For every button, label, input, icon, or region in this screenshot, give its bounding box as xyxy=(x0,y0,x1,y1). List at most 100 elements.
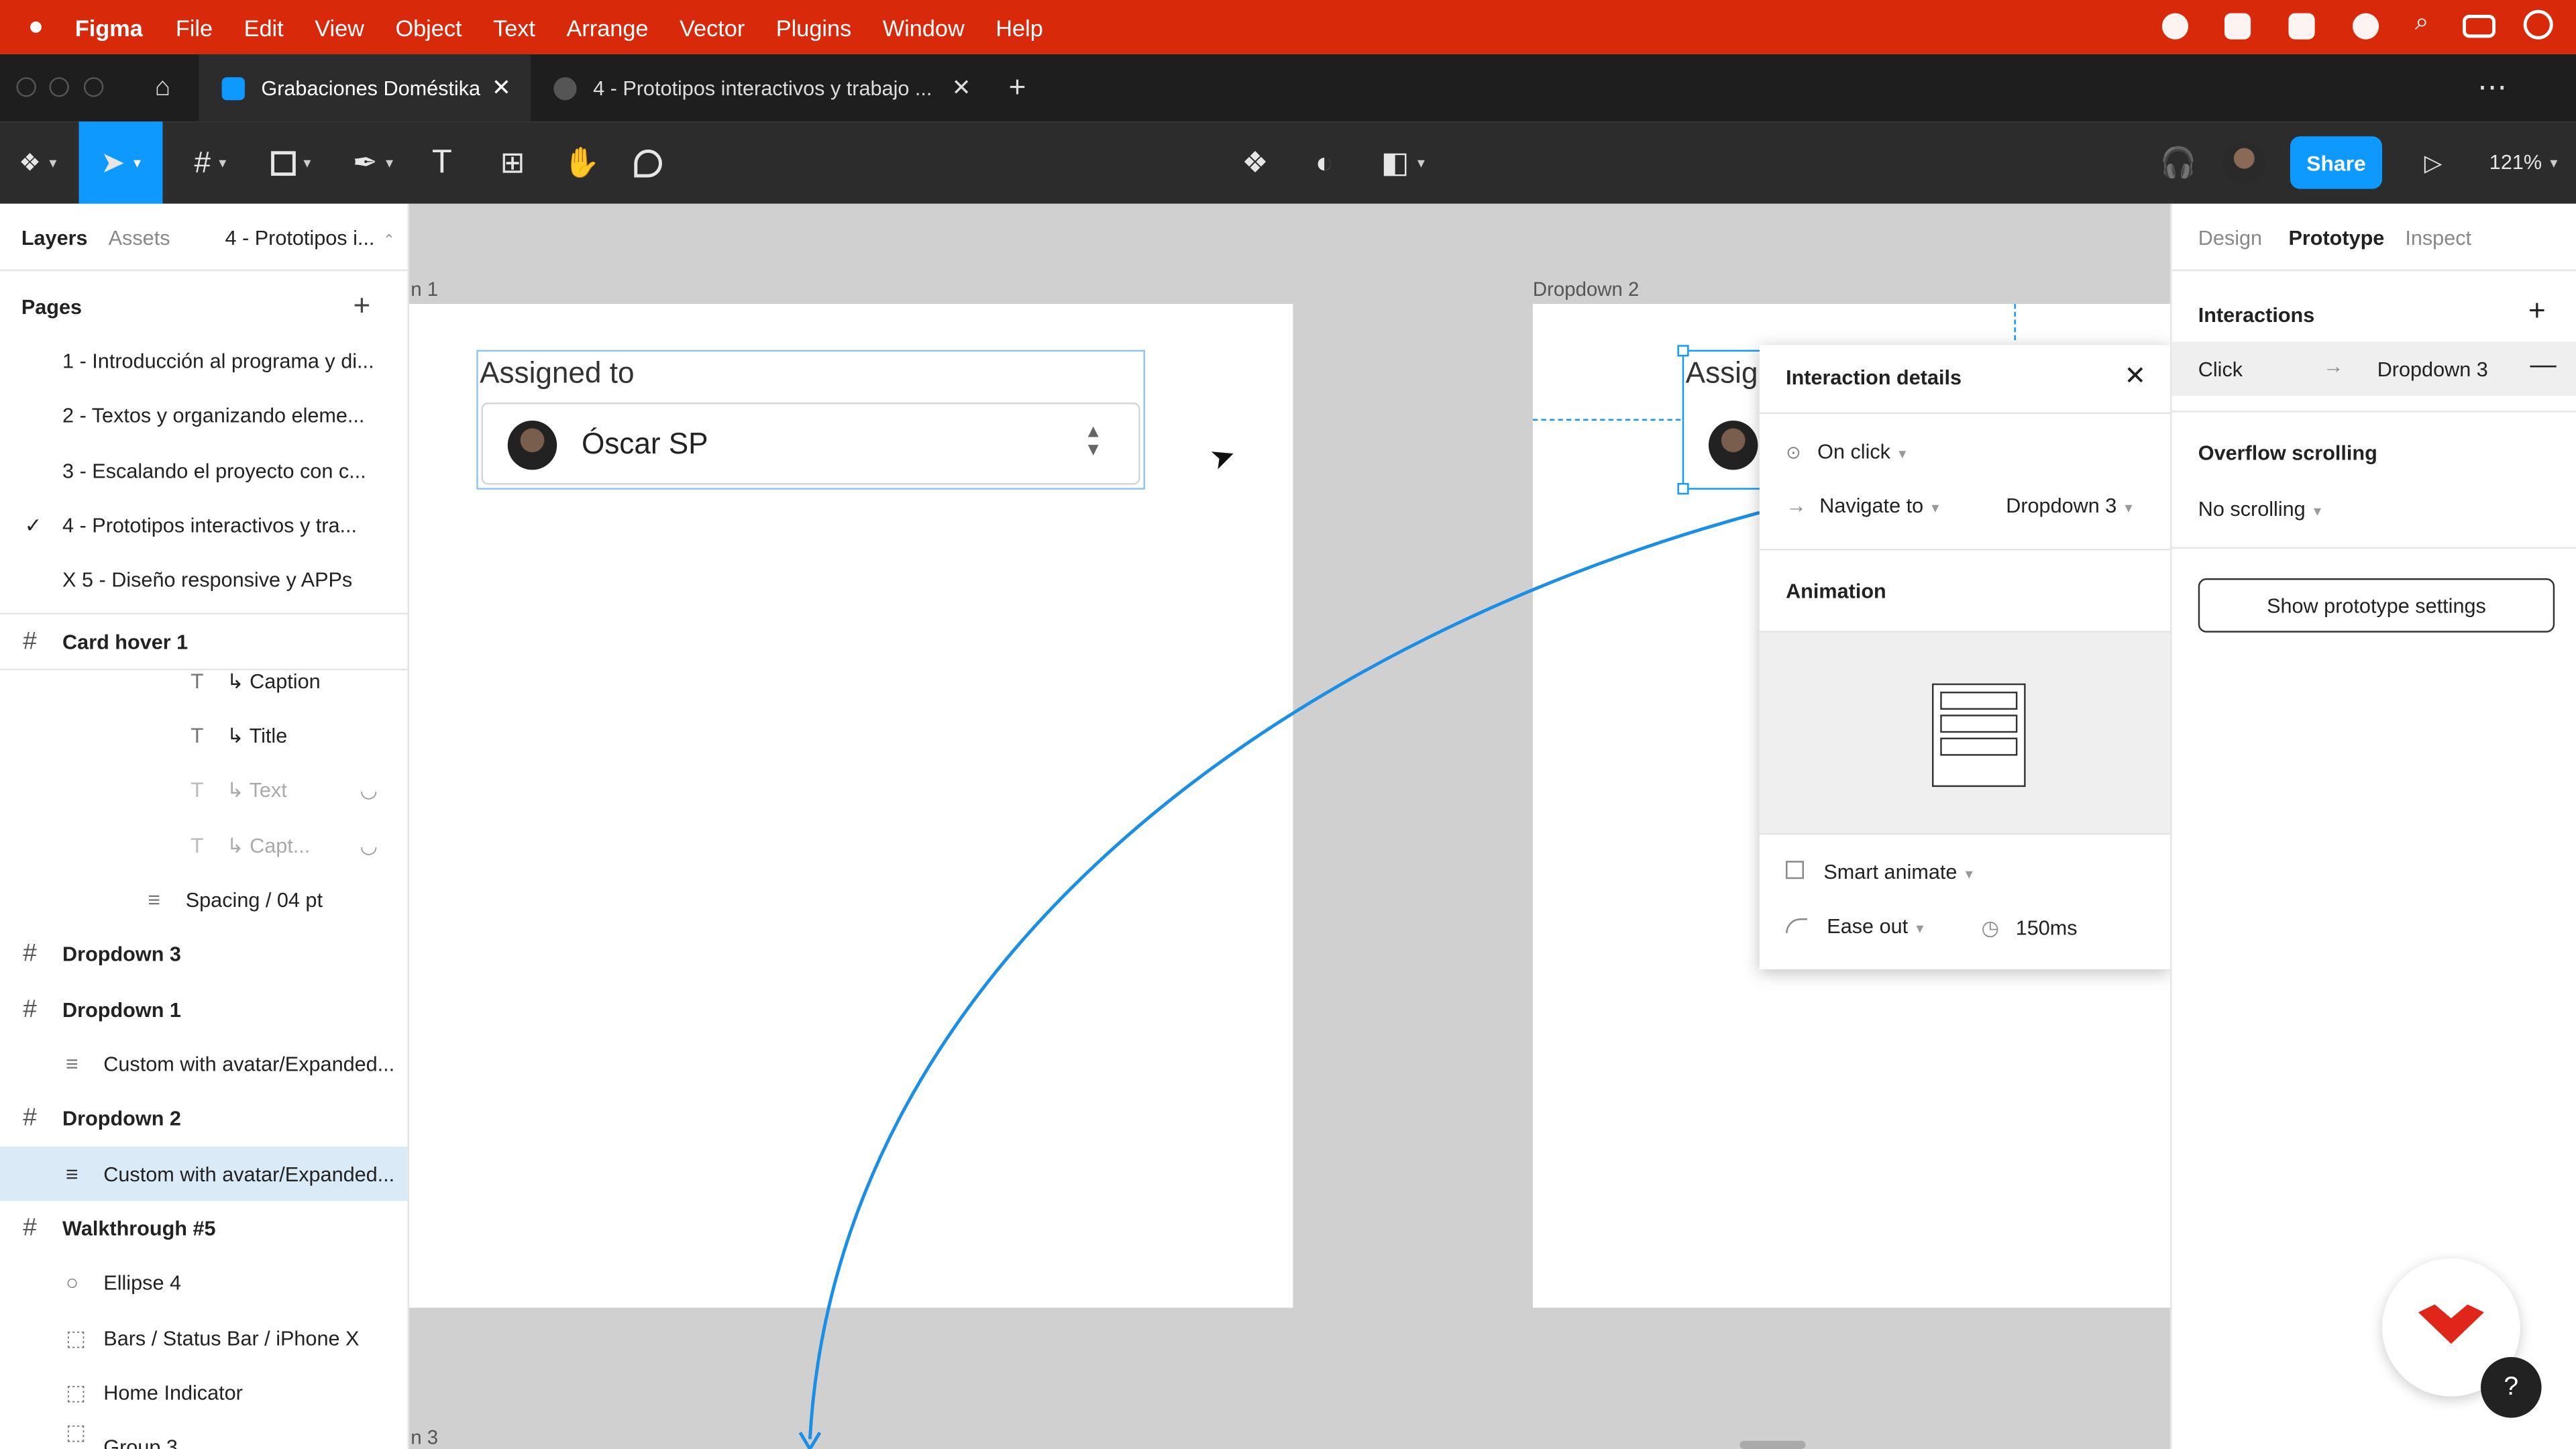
menu-object[interactable]: Object xyxy=(395,14,462,40)
interactions-title: Interactions xyxy=(2198,304,2315,327)
tab-assets[interactable]: Assets xyxy=(109,226,170,249)
window-close-light[interactable] xyxy=(16,77,36,97)
text-tool-button[interactable]: T xyxy=(417,121,466,203)
comment-tool-button[interactable] xyxy=(621,121,674,203)
show-prototype-settings-button[interactable]: Show prototype settings xyxy=(2198,578,2555,633)
move-tool-button[interactable]: ➤ ▾ xyxy=(78,121,163,204)
page-item[interactable]: 2 - Textos y organizando eleme... xyxy=(0,388,407,442)
window-zoom-light[interactable] xyxy=(83,77,104,97)
menu-arrange[interactable]: Arrange xyxy=(567,14,649,40)
trigger-dropdown[interactable]: ⊙ On click ▾ xyxy=(1786,440,1906,463)
page-item[interactable]: 1 - Introducción al programa y di... xyxy=(0,333,407,388)
connector-curve xyxy=(808,511,1760,1440)
spotlight-search-icon[interactable]: ⌕ xyxy=(2415,8,2429,36)
audio-button[interactable]: 🎧 xyxy=(2154,121,2203,203)
menu-window[interactable]: Window xyxy=(883,14,965,40)
menu-view[interactable]: View xyxy=(315,14,364,40)
status-icon-3[interactable] xyxy=(2288,13,2315,40)
more-menu-icon[interactable]: ⋯ xyxy=(2477,70,2507,105)
layer-row[interactable]: ⬚ Home Indicator xyxy=(0,1365,407,1419)
page-item[interactable]: 3 - Escalando el proyecto con c... xyxy=(0,443,407,498)
tab-inspect[interactable]: Inspect xyxy=(2405,227,2471,250)
close-tab-icon[interactable]: ✕ xyxy=(492,74,511,102)
page-label: X 5 - Diseño responsive y APPs xyxy=(62,568,353,591)
mask-button[interactable]: ◐ xyxy=(1301,121,1348,203)
hidden-eye-icon[interactable]: ◡ xyxy=(360,833,378,857)
resources-tool-button[interactable]: ⊞ xyxy=(486,121,539,203)
frame-tool-button[interactable]: # ▾ xyxy=(177,121,243,203)
popup-title: Interaction details xyxy=(1786,366,1962,390)
interaction-row[interactable]: Click → Dropdown 3 — xyxy=(2171,341,2576,396)
menu-text[interactable]: Text xyxy=(493,14,535,40)
control-center-icon[interactable] xyxy=(2463,15,2496,38)
close-tab-icon[interactable]: ✕ xyxy=(952,74,971,102)
layer-row[interactable]: # Walkthrough #5 xyxy=(0,1201,407,1255)
layer-row-hidden[interactable]: T ↳ Text ◡ xyxy=(0,762,407,816)
pen-tool-button[interactable]: ✒ ▾ xyxy=(340,121,406,203)
page-item-current[interactable]: ✓ 4 - Prototipos interactivos y tra... xyxy=(0,498,407,552)
present-button[interactable]: ▷ xyxy=(2408,121,2457,203)
duration-field[interactable]: ◷ 150ms xyxy=(1981,915,2077,940)
easing-dropdown[interactable]: Ease out ▾ xyxy=(1786,915,1923,938)
new-tab-button[interactable]: + xyxy=(1009,70,1026,105)
page-selector[interactable]: 4 - Prototipos i... ⌃ xyxy=(225,226,396,249)
clock-icon[interactable] xyxy=(2523,9,2553,40)
share-button[interactable]: Share xyxy=(2290,136,2383,189)
window-minimize-light[interactable] xyxy=(49,77,69,97)
avatar xyxy=(2222,141,2266,184)
close-icon[interactable]: ✕ xyxy=(2125,360,2147,392)
layer-label: Dropdown 1 xyxy=(62,998,181,1022)
animation-type-dropdown[interactable]: Smart animate ▾ xyxy=(1786,861,1973,884)
zoom-dropdown[interactable]: 121% ▾ xyxy=(2481,121,2566,203)
instance-icon: ⬚ xyxy=(65,1325,87,1350)
menu-plugins[interactable]: Plugins xyxy=(776,14,851,40)
layer-row[interactable]: ≡ Spacing / 04 pt xyxy=(0,872,407,926)
component-button[interactable]: ❖ xyxy=(1232,121,1279,203)
menu-app-name[interactable]: Figma xyxy=(75,14,143,40)
tab-layers[interactable]: Layers xyxy=(21,226,88,249)
status-icon-2[interactable] xyxy=(2224,13,2251,40)
add-interaction-icon[interactable]: + xyxy=(2528,294,2546,328)
menu-vector[interactable]: Vector xyxy=(680,14,745,40)
layer-row[interactable]: ≡ Custom with avatar/Expanded... xyxy=(0,1036,407,1091)
page-item[interactable]: X 5 - Diseño responsive y APPs xyxy=(0,552,407,606)
add-page-icon[interactable]: + xyxy=(354,289,371,323)
layer-row[interactable]: ○ Ellipse 4 xyxy=(0,1255,407,1309)
menu-file[interactable]: File xyxy=(176,14,213,40)
tab-prototipos[interactable]: 4 - Prototipos interactivos y trabajo ..… xyxy=(531,54,991,121)
main-menu-button[interactable]: ❖ ▾ xyxy=(7,121,69,203)
remove-interaction-icon[interactable]: — xyxy=(2530,352,2556,381)
status-icon-1[interactable] xyxy=(2161,13,2189,40)
hand-tool-button[interactable]: ✋ xyxy=(555,121,608,203)
home-tab[interactable]: ⌂ xyxy=(128,54,197,121)
tab-design[interactable]: Design xyxy=(2198,227,2262,250)
layer-row-selected[interactable]: ≡ Custom with avatar/Expanded... xyxy=(0,1146,408,1201)
frame-icon: # xyxy=(23,627,37,656)
user-avatar[interactable] xyxy=(2220,121,2269,203)
ellipse-icon: ○ xyxy=(65,1270,79,1295)
destination-dropdown[interactable]: Dropdown 3 ▾ xyxy=(2006,494,2132,517)
boolean-button[interactable]: ◧ ▾ xyxy=(1370,121,1436,203)
action-dropdown[interactable]: → Navigate to ▾ xyxy=(1786,494,1939,517)
layer-row[interactable]: ⬚ Group 3 xyxy=(0,1419,407,1449)
status-icon-4[interactable] xyxy=(2352,13,2379,40)
hidden-eye-icon[interactable]: ◡ xyxy=(360,777,378,802)
menu-edit[interactable]: Edit xyxy=(244,14,284,40)
help-button[interactable]: ? xyxy=(2480,1356,2542,1418)
tab-grabaciones[interactable]: Grabaciones Doméstika ✕ xyxy=(199,54,531,122)
menu-help[interactable]: Help xyxy=(996,14,1043,40)
overflow-dropdown[interactable]: No scrolling ▾ xyxy=(2198,498,2321,521)
layer-row[interactable]: # Dropdown 3 xyxy=(0,926,407,981)
layer-row-hidden[interactable]: T ↳ Capt... ◡ xyxy=(0,818,407,873)
layer-row[interactable]: # Dropdown 2 xyxy=(0,1091,407,1145)
layer-row[interactable]: ⬚ Bars / Status Bar / iPhone X xyxy=(0,1311,407,1365)
shape-tool-button[interactable]: ▾ xyxy=(258,121,323,203)
apple-icon[interactable]: ● xyxy=(28,12,44,42)
layer-row[interactable]: # Dropdown 1 xyxy=(0,983,407,1037)
left-panel-tabs: Layers Assets 4 - Prototipos i... ⌃ xyxy=(0,210,407,264)
mask-icon: ◐ xyxy=(1315,145,1334,178)
easing-curve-icon xyxy=(1786,918,1807,934)
layer-row[interactable]: T ↳ Caption xyxy=(0,654,407,708)
layer-row[interactable]: T ↳ Title xyxy=(0,708,407,763)
tab-prototype[interactable]: Prototype xyxy=(2288,227,2384,250)
